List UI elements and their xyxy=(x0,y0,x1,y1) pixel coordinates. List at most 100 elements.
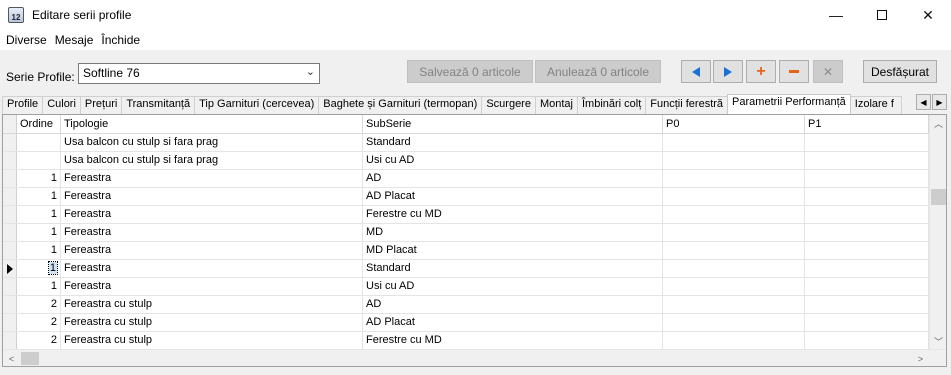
cell-subserie[interactable]: AD xyxy=(363,296,663,313)
cell-tipologie[interactable]: Fereastra cu stulp xyxy=(61,296,363,313)
cell-tipologie[interactable]: Fereastra xyxy=(61,224,363,241)
row-indicator[interactable] xyxy=(3,242,17,259)
row-indicator[interactable] xyxy=(3,206,17,223)
tab-functii-fereastra[interactable]: Funcții ferestră xyxy=(645,96,729,114)
cell-p0[interactable] xyxy=(663,314,805,331)
row-indicator[interactable] xyxy=(3,260,17,277)
table-row[interactable]: 1 Fereastra Standard xyxy=(3,260,929,278)
cell-p0[interactable] xyxy=(663,206,805,223)
cell-ordine[interactable]: 1 xyxy=(17,242,61,259)
tab-profile[interactable]: Profile xyxy=(2,96,44,114)
data-grid[interactable]: Ordine Tipologie SubSerie P0 P1 Usa balc… xyxy=(2,114,947,367)
column-header-tipologie[interactable]: Tipologie xyxy=(61,115,363,133)
scroll-down-icon[interactable]: ﹀ xyxy=(930,333,946,350)
row-indicator[interactable] xyxy=(3,332,17,349)
maximize-button[interactable] xyxy=(859,0,905,30)
cell-subserie[interactable]: Ferestre cu MD xyxy=(363,332,663,349)
row-indicator[interactable] xyxy=(3,224,17,241)
cell-ordine[interactable]: 2 xyxy=(17,296,61,313)
cell-p0[interactable] xyxy=(663,260,805,277)
cell-ordine[interactable]: 1 xyxy=(17,206,61,223)
cell-p1[interactable] xyxy=(805,152,929,169)
cell-subserie[interactable]: MD Placat xyxy=(363,242,663,259)
tab-preturi[interactable]: Prețuri xyxy=(79,96,123,114)
cell-p1[interactable] xyxy=(805,134,929,151)
save-button[interactable]: Salvează 0 articole xyxy=(407,60,533,83)
table-row[interactable]: 2 Fereastra cu stulp Ferestre cu MD xyxy=(3,332,929,350)
horizontal-scrollbar[interactable]: < > xyxy=(3,349,946,366)
cell-p1[interactable] xyxy=(805,242,929,259)
table-row[interactable]: 2 Fereastra cu stulp AD Placat xyxy=(3,314,929,332)
cell-subserie[interactable]: Standard xyxy=(363,260,663,277)
cell-p1[interactable] xyxy=(805,260,929,277)
cell-p1[interactable] xyxy=(805,170,929,187)
cell-tipologie[interactable]: Fereastra xyxy=(61,206,363,223)
tab-izolare[interactable]: Izolare f xyxy=(849,96,902,114)
cell-subserie[interactable]: MD xyxy=(363,224,663,241)
vertical-scroll-thumb[interactable] xyxy=(931,189,946,205)
table-row[interactable]: 1 Fereastra Ferestre cu MD xyxy=(3,206,929,224)
cell-ordine[interactable]: 1 xyxy=(17,224,61,241)
cell-ordine[interactable]: 1 xyxy=(17,170,61,187)
cell-ordine[interactable] xyxy=(17,152,61,169)
column-header-subserie[interactable]: SubSerie xyxy=(363,115,663,133)
cell-ordine[interactable] xyxy=(17,134,61,151)
table-row[interactable]: 1 Fereastra MD xyxy=(3,224,929,242)
cell-p1[interactable] xyxy=(805,206,929,223)
table-row[interactable]: 1 Fereastra AD xyxy=(3,170,929,188)
cell-p1[interactable] xyxy=(805,278,929,295)
tab-imbinari-colt[interactable]: Îmbinări colț xyxy=(577,96,647,114)
cell-tipologie[interactable]: Usa balcon cu stulp si fara prag xyxy=(61,152,363,169)
cell-tipologie[interactable]: Fereastra xyxy=(61,242,363,259)
tab-montaj[interactable]: Montaj xyxy=(534,96,578,114)
cell-p0[interactable] xyxy=(663,188,805,205)
tab-scroll-right-button[interactable]: ▶ xyxy=(932,94,947,110)
table-row[interactable]: 1 Fereastra Usi cu AD xyxy=(3,278,929,296)
minimize-button[interactable]: — xyxy=(813,0,859,30)
row-indicator[interactable] xyxy=(3,152,17,169)
cell-p0[interactable] xyxy=(663,278,805,295)
scroll-right-icon[interactable]: > xyxy=(912,350,929,366)
row-indicator[interactable] xyxy=(3,278,17,295)
scroll-left-icon[interactable]: < xyxy=(3,350,20,366)
cell-ordine[interactable]: 1 xyxy=(17,278,61,295)
column-header-ordine[interactable]: Ordine xyxy=(17,115,61,133)
scroll-up-icon[interactable]: ︿ xyxy=(930,115,946,132)
cell-subserie[interactable]: Standard xyxy=(363,134,663,151)
tab-parametrii-performanta[interactable]: Parametrii Performanță xyxy=(727,94,851,114)
cell-ordine[interactable]: 2 xyxy=(17,332,61,349)
cell-p1[interactable] xyxy=(805,224,929,241)
cell-p0[interactable] xyxy=(663,170,805,187)
tab-baghete-garnituri[interactable]: Baghete și Garnituri (termopan) xyxy=(318,96,483,114)
tab-transmitanta[interactable]: Transmitanță xyxy=(121,96,196,114)
table-row[interactable]: Usa balcon cu stulp si fara prag Standard xyxy=(3,134,929,152)
table-row[interactable]: 2 Fereastra cu stulp AD xyxy=(3,296,929,314)
menu-mesaje[interactable]: Mesaje xyxy=(51,33,98,47)
cell-p0[interactable] xyxy=(663,332,805,349)
expand-button[interactable]: Desfășurat xyxy=(863,60,937,83)
row-indicator[interactable] xyxy=(3,314,17,331)
remove-button[interactable] xyxy=(779,60,809,83)
cell-subserie[interactable]: Usi cu AD xyxy=(363,278,663,295)
horizontal-scroll-thumb[interactable] xyxy=(21,352,39,365)
vertical-scrollbar[interactable]: ︿ ﹀ xyxy=(929,115,946,350)
table-row[interactable]: Usa balcon cu stulp si fara prag Usi cu A… xyxy=(3,152,929,170)
serie-profile-combo[interactable]: Softline 76 ⌄ xyxy=(78,63,320,84)
table-row[interactable]: 1 Fereastra AD Placat xyxy=(3,188,929,206)
tab-scroll-left-button[interactable]: ◀ xyxy=(916,94,931,110)
cell-ordine[interactable]: 1 xyxy=(17,260,61,277)
cell-p1[interactable] xyxy=(805,188,929,205)
table-row[interactable]: 1 Fereastra MD Placat xyxy=(3,242,929,260)
cell-tipologie[interactable]: Fereastra xyxy=(61,170,363,187)
cell-tipologie[interactable]: Usa balcon cu stulp si fara prag xyxy=(61,134,363,151)
cell-tipologie[interactable]: Fereastra xyxy=(61,278,363,295)
delete-button[interactable]: ✕ xyxy=(813,60,843,83)
cell-p0[interactable] xyxy=(663,242,805,259)
cell-subserie[interactable]: Ferestre cu MD xyxy=(363,206,663,223)
cell-p0[interactable] xyxy=(663,134,805,151)
cell-p0[interactable] xyxy=(663,152,805,169)
column-header-p0[interactable]: P0 xyxy=(663,115,805,133)
cell-tipologie[interactable]: Fereastra cu stulp xyxy=(61,314,363,331)
cell-p0[interactable] xyxy=(663,296,805,313)
close-button[interactable]: ✕ xyxy=(905,0,951,30)
